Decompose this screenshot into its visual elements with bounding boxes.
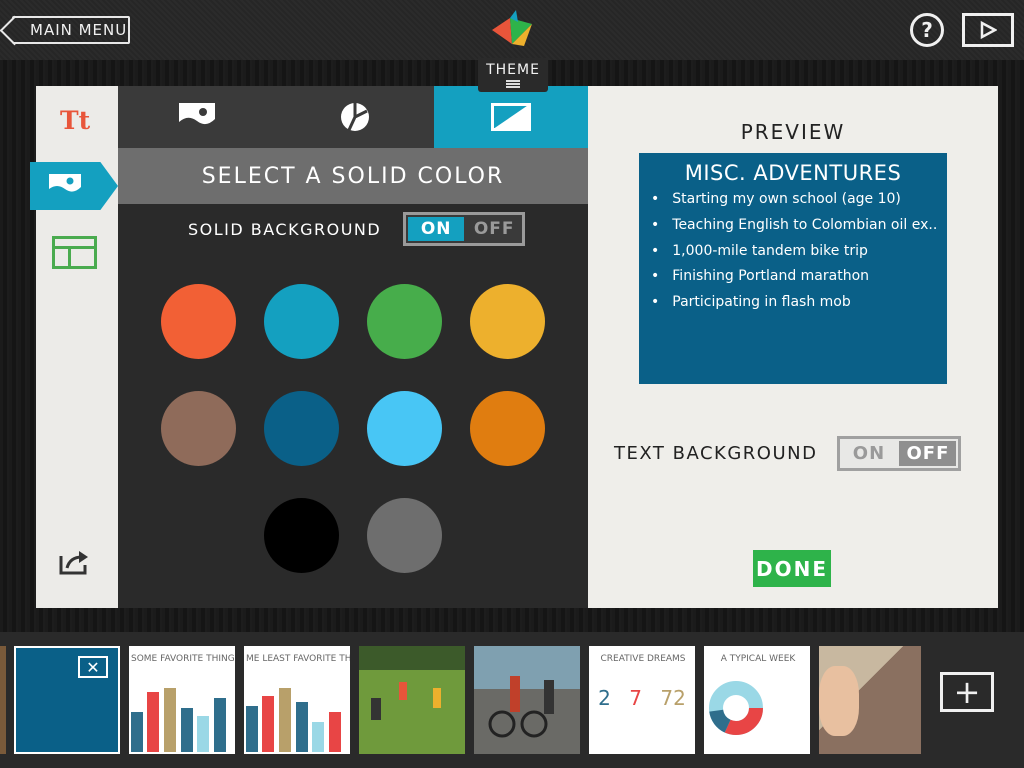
theme-tab-label: THEME bbox=[486, 62, 540, 78]
side-rail: Tt bbox=[30, 86, 118, 608]
stat-number: 2 bbox=[598, 686, 611, 710]
select-color-header: SELECT A SOLID COLOR bbox=[118, 148, 588, 204]
play-icon bbox=[980, 21, 997, 39]
donut-chart-thumb-icon bbox=[709, 681, 763, 735]
image-icon bbox=[179, 103, 215, 131]
bike-photo-icon bbox=[488, 676, 554, 738]
tab-image-background[interactable] bbox=[118, 86, 276, 148]
delete-slide-icon[interactable]: ✕ bbox=[78, 656, 108, 678]
slide-thumb[interactable]: SOME FAVORITE THINGS bbox=[129, 646, 235, 754]
text-background-row: TEXT BACKGROUND ON OFF bbox=[614, 436, 962, 471]
preview-slide: MISC. ADVENTURES Starting my own school … bbox=[639, 153, 947, 384]
theme-tab[interactable]: THEME bbox=[478, 58, 548, 92]
list-item: Participating in flash mob bbox=[651, 290, 936, 316]
slide-thumb-photo-bikes[interactable] bbox=[474, 646, 580, 754]
toggle-on[interactable]: ON bbox=[840, 439, 897, 468]
play-button[interactable] bbox=[962, 13, 1014, 47]
stat-number: 7 bbox=[629, 686, 642, 710]
preview-bullet-list: Starting my own school (age 10) Teaching… bbox=[639, 187, 947, 316]
done-button[interactable]: DONE bbox=[753, 550, 831, 587]
player-figure bbox=[433, 688, 441, 708]
background-tabs bbox=[118, 86, 588, 156]
layout-icon[interactable] bbox=[52, 236, 97, 269]
solid-background-label: SOLID BACKGROUND bbox=[188, 219, 382, 239]
slide-thumb-title: ME LEAST FAVORITE THIN bbox=[246, 654, 350, 664]
player-figure bbox=[371, 698, 381, 720]
background-options-panel: SELECT A SOLID COLOR SOLID BACKGROUND ON… bbox=[118, 86, 588, 608]
partial-slide-thumb[interactable] bbox=[0, 646, 6, 754]
slide-thumb-title: CREATIVE DREAMS bbox=[600, 654, 686, 664]
toggle-on[interactable]: ON bbox=[408, 217, 465, 241]
text-background-label: TEXT BACKGROUND bbox=[614, 443, 818, 464]
player-figure bbox=[399, 682, 407, 700]
list-item: Starting my own school (age 10) bbox=[651, 187, 936, 213]
solid-background-toggle[interactable]: ON OFF bbox=[403, 212, 526, 246]
slide-thumb-title: A TYPICAL WEEK bbox=[720, 654, 796, 664]
color-swatch[interactable] bbox=[470, 391, 545, 466]
person-figure bbox=[819, 666, 859, 736]
tab-pattern-background[interactable] bbox=[276, 86, 434, 148]
text-style-icon[interactable]: Tt bbox=[60, 106, 90, 135]
color-swatch[interactable] bbox=[161, 284, 236, 359]
list-item: 1,000-mile tandem bike trip bbox=[651, 239, 936, 265]
slide-filmstrip: ✕ SOME FAVORITE THINGS ME LEAST FAVORITE… bbox=[0, 632, 1024, 768]
help-button[interactable]: ? bbox=[910, 13, 944, 47]
color-swatch[interactable] bbox=[264, 391, 339, 466]
stat-number: 72 bbox=[660, 686, 686, 710]
toggle-off[interactable]: OFF bbox=[899, 441, 957, 466]
main-menu-button[interactable]: MAIN MENU bbox=[12, 16, 130, 44]
list-item: Finishing Portland marathon bbox=[651, 264, 936, 290]
color-swatch[interactable] bbox=[470, 284, 545, 359]
plus-icon: + bbox=[953, 673, 981, 711]
preview-panel: PREVIEW MISC. ADVENTURES Starting my own… bbox=[588, 86, 998, 608]
slide-thumb-selected[interactable]: ✕ bbox=[14, 646, 120, 754]
list-item: Teaching English to Colombian oil ex... bbox=[651, 213, 936, 239]
solid-color-icon bbox=[491, 103, 531, 131]
solid-background-row: SOLID BACKGROUND ON OFF bbox=[188, 212, 526, 246]
preview-slide-title: MISC. ADVENTURES bbox=[684, 161, 902, 185]
slide-thumb-title: SOME FAVORITE THINGS bbox=[131, 654, 235, 664]
color-swatch[interactable] bbox=[367, 391, 442, 466]
stat-numbers: 2 7 72 bbox=[589, 686, 695, 710]
slide-thumb-photo-kitchen[interactable] bbox=[819, 646, 921, 754]
top-bar: MAIN MENU ? bbox=[0, 0, 1024, 60]
add-slide-button[interactable]: + bbox=[940, 672, 994, 712]
share-icon[interactable] bbox=[58, 548, 90, 576]
text-background-toggle[interactable]: ON OFF bbox=[837, 436, 962, 471]
pie-chart-icon bbox=[341, 103, 369, 131]
slide-thumb[interactable]: A TYPICAL WEEK bbox=[704, 646, 810, 754]
slide-thumb[interactable]: CREATIVE DREAMS 2 7 72 bbox=[589, 646, 695, 754]
slide-thumb-photo-soccer[interactable] bbox=[359, 646, 465, 754]
tab-solid-color[interactable] bbox=[434, 86, 588, 156]
slide-thumb[interactable]: ME LEAST FAVORITE THIN bbox=[244, 646, 350, 754]
help-question-icon: ? bbox=[921, 18, 933, 42]
menu-lines-icon bbox=[506, 80, 520, 88]
color-swatch[interactable] bbox=[264, 284, 339, 359]
background-image-tab-icon[interactable] bbox=[30, 162, 118, 210]
color-swatch[interactable] bbox=[161, 391, 236, 466]
haiku-deck-logo-icon bbox=[492, 10, 532, 46]
color-swatch[interactable] bbox=[367, 498, 442, 573]
toggle-off[interactable]: OFF bbox=[466, 215, 522, 243]
bar-chart-thumb-icon bbox=[246, 688, 341, 752]
bar-chart-thumb-icon bbox=[131, 688, 226, 752]
color-swatch[interactable] bbox=[367, 284, 442, 359]
color-swatch[interactable] bbox=[264, 498, 339, 573]
main-menu-label: MAIN MENU bbox=[30, 21, 128, 39]
image-icon bbox=[49, 174, 81, 198]
preview-label: PREVIEW bbox=[740, 120, 846, 144]
